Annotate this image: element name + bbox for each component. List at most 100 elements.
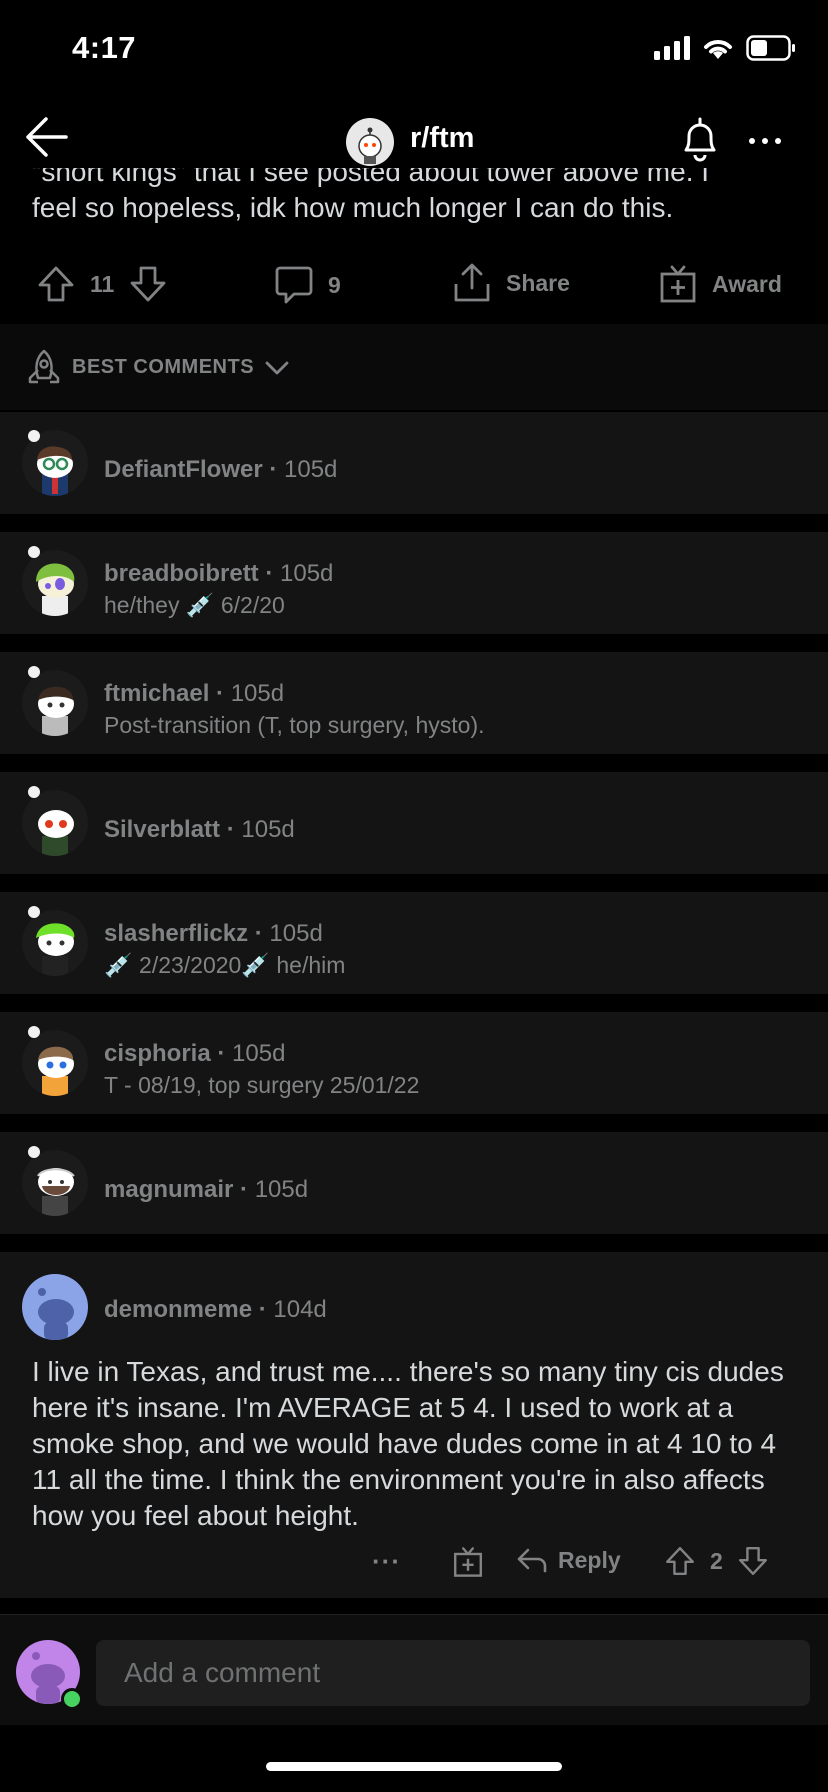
- reply-icon: [517, 1548, 547, 1573]
- user-flair: T - 08/19, top surgery 25/01/22: [104, 1072, 420, 1098]
- snoo-avatar-icon: [38, 686, 74, 736]
- avatar-antenna: [28, 1026, 40, 1038]
- comment-age: 105d: [269, 920, 323, 947]
- subreddit-name[interactable]: r/ftm: [410, 122, 474, 155]
- user-flair: he/they 💉 6/2/20: [104, 592, 285, 618]
- comment-actions: ··· Reply 2: [0, 1540, 828, 1590]
- share-button[interactable]: Share: [452, 262, 570, 304]
- snoo-avatar-icon: [38, 1046, 74, 1096]
- post-score: 11: [90, 270, 115, 297]
- more-options-icon[interactable]: [740, 124, 790, 158]
- comment-age: 105d: [232, 1040, 286, 1067]
- online-status-dot: [61, 1688, 83, 1710]
- avatar-antenna: [28, 546, 40, 558]
- post-text-line: “short kings” that I see posted about to…: [32, 168, 710, 187]
- snoo-avatar-icon: [38, 810, 74, 856]
- status-time: 4:17: [72, 30, 137, 65]
- user-avatar[interactable]: [22, 550, 88, 616]
- home-indicator[interactable]: [266, 1762, 562, 1771]
- comment-username[interactable]: magnumair: [104, 1176, 233, 1203]
- comment-meta[interactable]: DefiantFlower · 105d: [104, 456, 337, 484]
- gift-icon[interactable]: [452, 1546, 484, 1578]
- comment-row[interactable]: ftmichael · 105d Post-transition (T, top…: [0, 652, 828, 754]
- downvote-icon[interactable]: [128, 264, 168, 304]
- comment-username[interactable]: cisphoria: [104, 1040, 211, 1067]
- sort-dropdown[interactable]: BEST COMMENTS: [72, 356, 290, 379]
- snoo-avatar-icon: [36, 923, 75, 976]
- user-avatar[interactable]: [22, 790, 88, 856]
- user-avatar[interactable]: [22, 910, 88, 976]
- comment-vote-group: 2: [664, 1544, 769, 1578]
- comment-row[interactable]: magnumair · 105d: [0, 1132, 828, 1234]
- user-avatar[interactable]: [22, 1150, 88, 1216]
- status-icons: [654, 34, 796, 62]
- comment-row[interactable]: cisphoria · 105d T - 08/19, top surgery …: [0, 1012, 828, 1114]
- comment-username[interactable]: ftmichael: [104, 680, 209, 707]
- add-comment-placeholder: Add a comment: [124, 1657, 321, 1688]
- comment-age: 105d: [284, 456, 338, 483]
- comment-more-button[interactable]: ···: [372, 1546, 401, 1577]
- upvote-icon[interactable]: [36, 264, 76, 304]
- user-avatar[interactable]: [22, 1274, 88, 1340]
- reply-label: Reply: [558, 1546, 621, 1573]
- snoo-icon: [358, 127, 382, 164]
- avatar-antenna: [28, 786, 40, 798]
- user-avatar[interactable]: [22, 670, 88, 736]
- post-actions: 11 9 Share Award: [0, 256, 828, 316]
- comment-row[interactable]: DefiantFlower · 105d: [0, 412, 828, 514]
- comment-row[interactable]: slasherflickz · 105d 💉 2/23/2020💉 he/him: [0, 892, 828, 994]
- comment-text: I live in Texas, and trust me.... there'…: [32, 1356, 784, 1531]
- comment-row[interactable]: breadboibrett · 105d he/they 💉 6/2/20: [0, 532, 828, 634]
- user-flair: 💉 2/23/2020💉 he/him: [104, 952, 346, 978]
- comment-meta[interactable]: magnumair · 105d: [104, 1176, 308, 1204]
- battery-icon: [746, 35, 795, 61]
- chevron-down-icon: [265, 361, 289, 374]
- rocket-icon: [28, 349, 60, 384]
- comment-meta[interactable]: Silverblatt · 105d: [104, 816, 295, 844]
- award-button[interactable]: Award: [658, 264, 782, 304]
- comment-bubble-icon: [275, 266, 313, 304]
- comment-age: 105d: [230, 680, 285, 707]
- comment-meta[interactable]: breadboibrett · 105d: [104, 560, 333, 588]
- avatar-antenna: [28, 430, 40, 442]
- comment-row[interactable]: Silverblatt · 105d: [0, 772, 828, 874]
- comment-username[interactable]: slasherflickz: [104, 920, 248, 947]
- comments-button[interactable]: 9: [274, 264, 341, 306]
- comment-meta[interactable]: cisphoria · 105d: [104, 1040, 285, 1068]
- comment-age: 105d: [280, 560, 334, 587]
- wifi-icon: [704, 40, 732, 59]
- comment-age: 105d: [241, 816, 295, 843]
- comment-score: 2: [710, 1547, 723, 1574]
- user-flair: Post-transition (T, top surgery, hysto).: [104, 712, 485, 738]
- post-text-line: feel so hopeless, idk how much longer I …: [32, 192, 674, 223]
- share-icon: [454, 263, 490, 302]
- subreddit-avatar[interactable]: [346, 118, 394, 166]
- sort-label: BEST COMMENTS: [72, 356, 255, 378]
- comment-meta[interactable]: ftmichael · 105d: [104, 680, 284, 708]
- comment-username[interactable]: DefiantFlower: [104, 456, 263, 483]
- reply-button[interactable]: Reply: [516, 1546, 621, 1574]
- comment-meta[interactable]: slasherflickz · 105d: [104, 920, 323, 948]
- avatar-antenna: [28, 906, 40, 918]
- comment-username[interactable]: breadboibrett: [104, 560, 259, 587]
- user-avatar[interactable]: [22, 1030, 88, 1096]
- avatar-antenna: [28, 666, 40, 678]
- comment-count: 9: [328, 271, 341, 298]
- upvote-icon[interactable]: [664, 1544, 696, 1578]
- comment-meta[interactable]: demonmeme · 104d: [104, 1296, 327, 1324]
- comment-age: 104d: [273, 1296, 327, 1323]
- back-arrow-icon[interactable]: [22, 112, 72, 162]
- award-label: Award: [712, 270, 782, 297]
- comment-age: 105d: [254, 1176, 309, 1203]
- share-label: Share: [506, 269, 570, 296]
- comment-username[interactable]: demonmeme: [104, 1296, 252, 1323]
- gift-icon: [660, 265, 696, 303]
- snoo-avatar-icon: [36, 563, 75, 616]
- post-body: “short kings” that I see posted about to…: [32, 168, 802, 246]
- comment-username[interactable]: Silverblatt: [104, 816, 220, 843]
- vote-group: 11: [36, 264, 168, 304]
- bell-icon[interactable]: [676, 114, 724, 164]
- snoo-avatar-icon: [38, 1288, 74, 1340]
- downvote-icon[interactable]: [737, 1544, 769, 1578]
- avatar-antenna: [28, 1146, 40, 1158]
